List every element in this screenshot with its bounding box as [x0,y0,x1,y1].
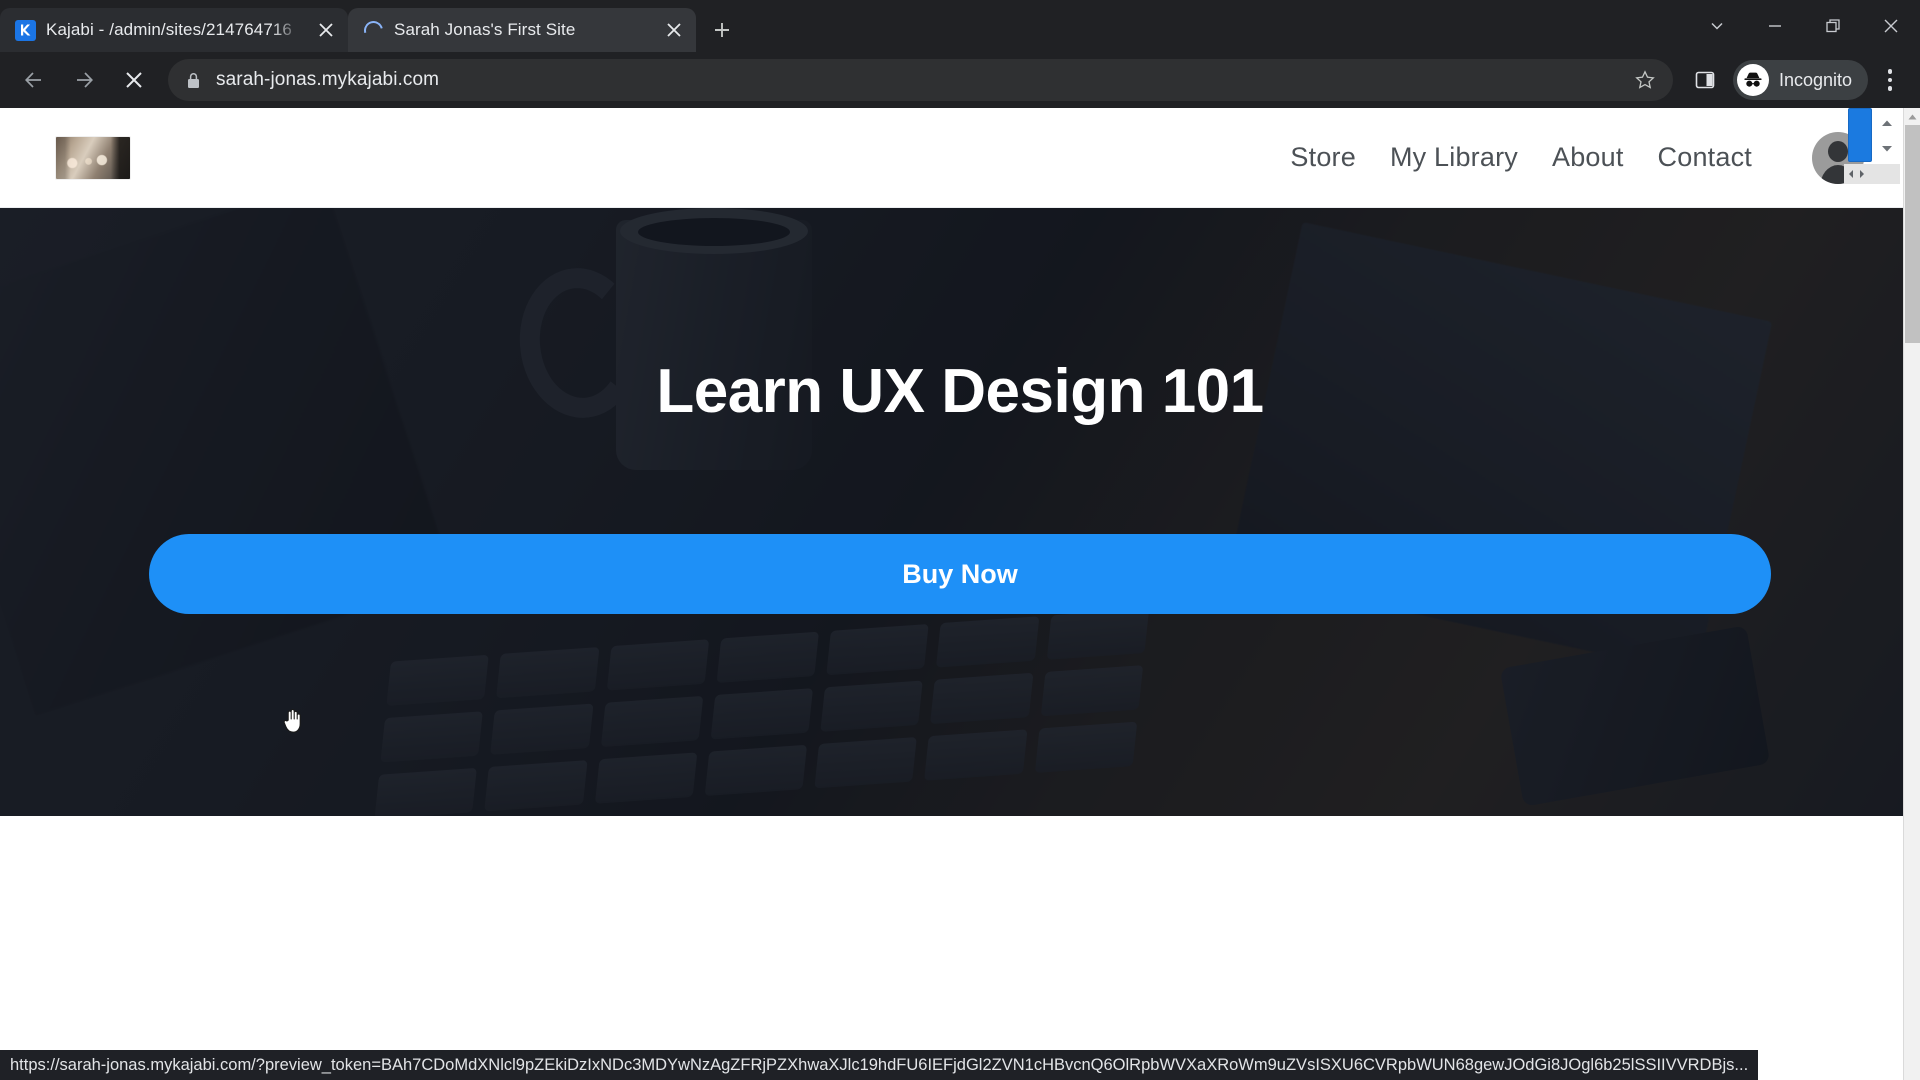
profile-label: Incognito [1778,69,1852,90]
scroll-up-arrow-icon[interactable] [1904,108,1920,125]
maximize-restore-button[interactable] [1804,0,1862,52]
tab-title: Sarah Jonas's First Site [394,20,576,39]
minimize-button[interactable] [1746,0,1804,52]
back-arrow-icon[interactable] [10,56,58,104]
address-bar-url[interactable]: sarah-jonas.mykajabi.com [216,69,1617,91]
page-viewport: Store My Library About Contact Learn UX … [0,108,1920,1080]
search-tabs-button[interactable] [1688,0,1746,52]
profile-incognito-chip[interactable]: Incognito [1732,60,1868,100]
site-nav: Store My Library About Contact [1290,131,1864,184]
hero-content: Learn UX Design 101 Buy Now [0,208,1920,816]
site-logo[interactable] [56,136,130,179]
editor-preview-widget[interactable] [1842,108,1902,184]
status-bar-url: https://sarah-jonas.mykajabi.com/?previe… [0,1050,1759,1080]
star-icon[interactable] [1629,70,1661,90]
nav-item-my-library[interactable]: My Library [1390,142,1518,173]
window-controls [1688,0,1920,52]
nav-item-contact[interactable]: Contact [1658,142,1752,173]
address-bar[interactable]: sarah-jonas.mykajabi.com [168,59,1673,101]
chevron-down-icon[interactable] [1881,140,1893,158]
incognito-icon [1736,64,1769,96]
browser-tab-sarah-jonas-site[interactable]: Sarah Jonas's First Site [348,8,696,52]
site-header: Store My Library About Contact [0,108,1920,208]
hero-section: Learn UX Design 101 Buy Now [0,208,1920,816]
close-window-button[interactable] [1862,0,1920,52]
loading-spinner-icon [360,17,386,43]
tab-strip: Kajabi - /admin/sites/214764716 Sarah Jo… [0,0,1920,52]
nav-item-store[interactable]: Store [1290,142,1356,173]
nav-item-about[interactable]: About [1552,142,1624,173]
chevron-up-icon[interactable] [1881,114,1893,132]
features-section [0,816,1920,1080]
lock-icon [186,72,204,89]
side-panel-icon[interactable] [1683,58,1727,102]
three-dots-icon[interactable] [1870,58,1910,102]
browser-toolbar: sarah-jonas.mykajabi.com Incognito [0,52,1920,108]
browser-tab-kajabi-admin[interactable]: Kajabi - /admin/sites/214764716 [0,8,348,52]
scrollbar-thumb[interactable] [1905,125,1920,343]
browser-window: Kajabi - /admin/sites/214764716 Sarah Jo… [0,0,1920,1080]
buy-now-button[interactable]: Buy Now [149,534,1771,615]
editor-widget-arrows [1876,110,1898,162]
tab-title: Kajabi - /admin/sites/214764716 [46,20,292,39]
forward-arrow-icon[interactable] [60,56,108,104]
blue-progress-bar[interactable] [1848,108,1872,162]
kajabi-logo-icon [14,19,36,41]
close-icon[interactable] [660,16,688,44]
close-icon[interactable] [312,16,340,44]
stop-loading-icon[interactable] [110,56,158,104]
horizontal-resize-icon[interactable] [1844,164,1900,184]
new-tab-button[interactable] [704,12,740,48]
hero-title: Learn UX Design 101 [656,357,1264,426]
page-scrollbar[interactable] [1903,108,1920,1080]
